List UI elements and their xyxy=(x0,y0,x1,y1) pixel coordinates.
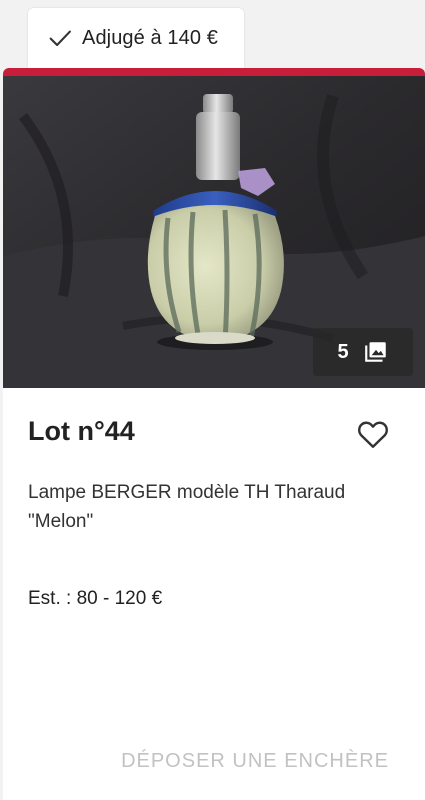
lot-description: Lampe BERGER modèle TH Tharaud "Melon" xyxy=(28,482,346,532)
favorite-heart-icon[interactable] xyxy=(355,416,391,452)
sold-status-tab: Adjugé à 140 € xyxy=(28,8,244,68)
photo-count-badge[interactable]: 5 xyxy=(313,328,413,376)
photo-count-value: 5 xyxy=(337,340,349,363)
lot-photo[interactable]: 5 xyxy=(3,76,425,388)
lot-estimate: Est. : 80 - 120 € xyxy=(28,588,163,609)
gallery-icon xyxy=(364,342,386,362)
place-bid-button[interactable]: DÉPOSER UNE ENCHÈRE xyxy=(121,750,389,773)
sold-price-label: Adjugé à 140 € xyxy=(82,26,218,49)
lot-number-title[interactable]: Lot n°44 xyxy=(28,416,135,447)
lot-card-page: Adjugé à 140 € 5 Lot n°44 Lampe BERGER m… xyxy=(0,0,425,800)
check-icon xyxy=(49,30,71,47)
lot-card[interactable]: 5 Lot n°44 Lampe BERGER modèle TH Tharau… xyxy=(3,68,425,800)
